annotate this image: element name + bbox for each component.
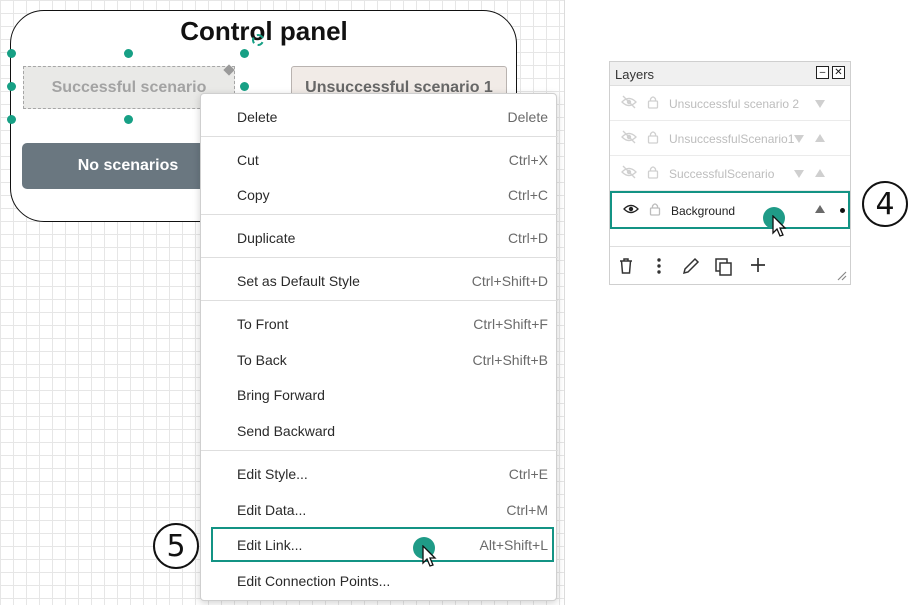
menu-item-edit-style[interactable]: Edit Style... Ctrl+E: [201, 456, 558, 491]
menu-item-set-default-style[interactable]: Set as Default Style Ctrl+Shift+D: [201, 263, 558, 298]
eye-off-icon[interactable]: [621, 165, 637, 179]
resize-handle-top-left[interactable]: [7, 49, 16, 58]
edit-pencil-icon[interactable]: [682, 257, 700, 275]
menu-item-label: Delete: [237, 108, 278, 125]
close-button[interactable]: ✕: [832, 66, 845, 79]
menu-separator: [201, 300, 558, 301]
eye-icon[interactable]: [623, 202, 639, 216]
add-layer-icon[interactable]: [750, 257, 766, 273]
layer-row[interactable]: UnsuccessfulScenario1: [610, 121, 850, 156]
layer-row[interactable]: Unsuccessful scenario 2: [610, 86, 850, 121]
resize-handle-left[interactable]: [7, 82, 16, 91]
eye-off-icon[interactable]: [621, 130, 637, 144]
menu-item-label: Edit Style...: [237, 465, 308, 482]
menu-item-copy[interactable]: Copy Ctrl+C: [201, 177, 558, 212]
layer-name: UnsuccessfulScenario1: [669, 132, 795, 146]
menu-item-edit-link[interactable]: Edit Link... Alt+Shift+L: [211, 527, 554, 562]
step-callout-5: 5: [153, 523, 199, 569]
menu-item-cut[interactable]: Cut Ctrl+X: [201, 142, 558, 177]
menu-item-bring-forward[interactable]: Bring Forward: [201, 377, 558, 412]
menu-item-label: Duplicate: [237, 229, 296, 246]
move-layer-up-icon[interactable]: [815, 134, 825, 142]
mouse-cursor-icon: [422, 545, 437, 567]
menu-item-label: Copy: [237, 186, 270, 203]
menu-separator: [201, 214, 558, 215]
menu-item-label: Edit Connection Points...: [237, 572, 391, 589]
menu-item-label: To Back: [237, 351, 287, 368]
move-layer-up-icon[interactable]: [815, 205, 825, 213]
resize-handle-bottom-left[interactable]: [7, 115, 16, 124]
control-panel-title: Control panel: [180, 16, 348, 46]
minimize-button[interactable]: –: [816, 66, 829, 79]
menu-item-shortcut: Ctrl+Shift+F: [473, 315, 548, 332]
menu-item-label: Cut: [237, 151, 259, 168]
menu-item-label: Set as Default Style: [237, 272, 360, 289]
menu-separator: [201, 257, 558, 258]
step-callout-4: 4: [862, 181, 908, 227]
menu-item-shortcut: Ctrl+C: [507, 186, 548, 203]
layer-name: SuccessfulScenario: [669, 167, 775, 181]
rotate-handle[interactable]: [252, 34, 264, 46]
menu-item-edit-connection-points[interactable]: Edit Connection Points...: [201, 563, 558, 598]
layer-name: Unsuccessful scenario 2: [669, 97, 800, 111]
layers-titlebar[interactable]: Layers – ✕: [610, 62, 850, 86]
menu-item-label: Edit Link...: [237, 536, 303, 553]
lock-icon[interactable]: [647, 95, 659, 109]
resize-handle-right[interactable]: [240, 82, 249, 91]
menu-item-label: Edit Data...: [237, 501, 307, 518]
mouse-cursor-icon: [772, 215, 787, 237]
context-menu: Delete Delete Cut Ctrl+X Copy Ctrl+C Dup…: [200, 93, 558, 601]
menu-item-shortcut: Ctrl+Shift+D: [471, 272, 548, 289]
resize-handle-top[interactable]: [124, 49, 133, 58]
menu-item-send-backward[interactable]: Send Backward: [201, 413, 558, 448]
menu-item-label: Bring Forward: [237, 386, 325, 403]
move-layer-down-icon[interactable]: [794, 135, 804, 143]
trash-icon[interactable]: [618, 257, 634, 275]
lock-icon[interactable]: [647, 165, 659, 179]
menu-item-duplicate[interactable]: Duplicate Ctrl+D: [201, 220, 558, 255]
layer-row-active[interactable]: Background: [610, 191, 850, 229]
resize-grip-icon[interactable]: [835, 269, 847, 281]
menu-item-shortcut: Ctrl+M: [506, 501, 548, 518]
layers-panel: Layers – ✕ Unsuccessful scenario 2 Unsuc…: [609, 61, 851, 285]
resize-handle-top-right[interactable]: [240, 49, 249, 58]
duplicate-icon[interactable]: [714, 257, 734, 277]
menu-item-label: Send Backward: [237, 422, 336, 439]
active-layer-dot-icon: [840, 208, 845, 213]
layers-title: Layers: [615, 67, 655, 82]
move-layer-down-icon[interactable]: [815, 100, 825, 108]
move-layer-down-icon[interactable]: [794, 170, 804, 178]
menu-item-shortcut: Ctrl+Shift+B: [472, 351, 548, 368]
lock-icon[interactable]: [649, 202, 661, 216]
more-vertical-icon[interactable]: [656, 257, 662, 275]
layer-name: Background: [671, 204, 736, 218]
resize-handle-bottom[interactable]: [124, 115, 133, 124]
menu-item-delete[interactable]: Delete Delete: [201, 99, 558, 134]
menu-separator: [201, 136, 558, 137]
menu-item-shortcut: Ctrl+X: [508, 151, 548, 168]
menu-item-shortcut: Ctrl+E: [508, 465, 548, 482]
menu-item-to-front[interactable]: To Front Ctrl+Shift+F: [201, 306, 558, 341]
lock-icon[interactable]: [647, 130, 659, 144]
menu-item-shortcut: Ctrl+D: [507, 229, 548, 246]
menu-item-edit-data[interactable]: Edit Data... Ctrl+M: [201, 492, 558, 527]
menu-item-label: To Front: [237, 315, 289, 332]
menu-item-shortcut: Delete: [507, 108, 548, 125]
menu-item-shortcut: Alt+Shift+L: [479, 536, 549, 553]
eye-off-icon[interactable]: [621, 95, 637, 109]
layers-toolbar: [610, 246, 850, 284]
menu-item-to-back[interactable]: To Back Ctrl+Shift+B: [201, 342, 558, 377]
layer-row[interactable]: SuccessfulScenario: [610, 156, 850, 191]
menu-separator: [201, 450, 558, 451]
move-layer-up-icon[interactable]: [815, 169, 825, 177]
